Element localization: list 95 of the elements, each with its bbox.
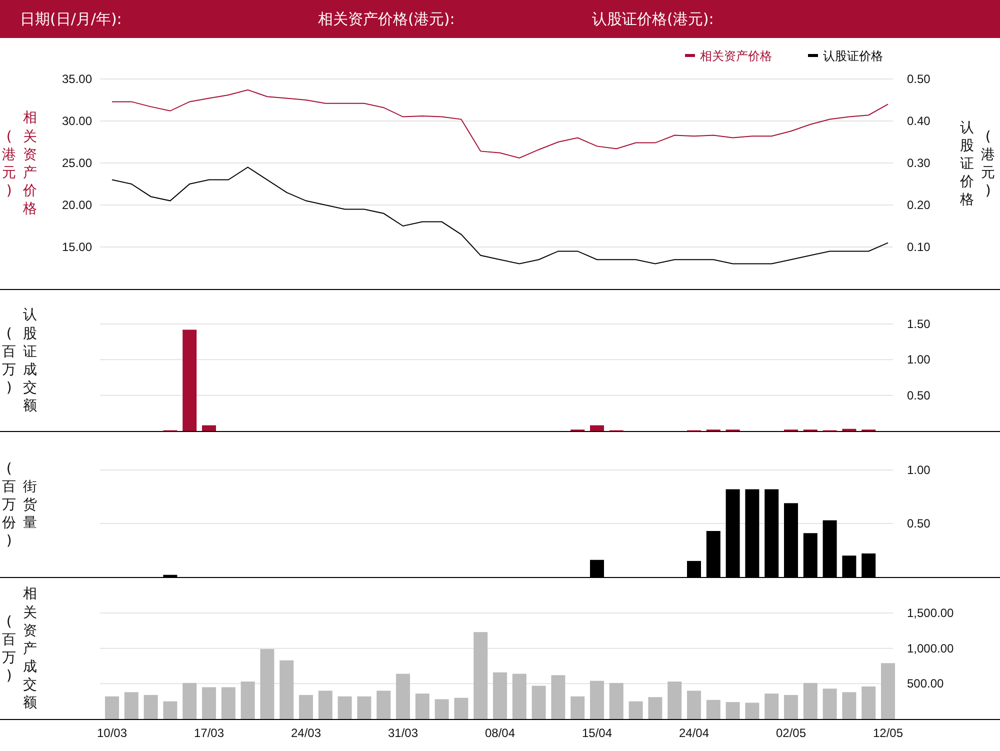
axis-label: 12/05 <box>872 726 904 740</box>
axis-label: 0.50 <box>907 388 930 402</box>
axis-title: (港元) <box>980 128 996 200</box>
axis-title: (百万) <box>1 324 18 398</box>
bar <box>280 660 294 719</box>
axis-label: 10/03 <box>96 726 128 740</box>
bar <box>318 690 332 719</box>
axis-label: 0.50 <box>907 72 930 86</box>
bar <box>182 682 197 719</box>
bar <box>532 686 546 719</box>
bar <box>842 556 856 577</box>
bar <box>415 694 430 719</box>
bar <box>551 675 566 719</box>
bar <box>260 649 274 719</box>
bar <box>648 697 662 719</box>
bar <box>803 682 818 719</box>
bar <box>687 690 701 719</box>
bar <box>434 699 449 719</box>
axis-label: 1.50 <box>907 317 930 331</box>
axis-label: 1.00 <box>907 463 930 477</box>
bar <box>803 533 818 577</box>
bar <box>240 682 255 719</box>
legend-label: 认股证价格 <box>823 49 883 63</box>
bar <box>862 686 876 719</box>
bar <box>822 520 837 577</box>
header-label: 日期(日/月/年): <box>20 10 123 28</box>
axis-title: (港元) <box>1 128 18 200</box>
bar <box>609 682 624 719</box>
bar <box>745 702 760 719</box>
bar <box>706 531 720 577</box>
axis-label: 15/04 <box>582 726 612 740</box>
axis-title: 相关资产价格 <box>22 109 38 219</box>
bar <box>493 672 507 719</box>
axis-label: 24/04 <box>678 726 710 740</box>
bar <box>590 560 604 577</box>
axis-label: 1.00 <box>907 352 930 367</box>
bar <box>881 663 895 719</box>
bar <box>299 694 313 719</box>
axis-label: 35.00 <box>62 72 92 86</box>
bar <box>144 694 158 719</box>
bar <box>706 700 720 719</box>
axis-title: 街货量 <box>22 478 38 532</box>
bar <box>396 674 410 719</box>
legend-label: 相关资产价格 <box>700 49 772 63</box>
axis-label: 17/03 <box>194 726 224 740</box>
axis-title: 认股证成交额 <box>22 306 38 416</box>
bar <box>862 553 876 577</box>
bar <box>512 674 526 719</box>
axis-label: 0.10 <box>907 240 930 254</box>
bar <box>202 425 216 431</box>
bar <box>376 690 391 719</box>
axis-label: 02/05 <box>776 726 806 740</box>
bar <box>105 696 119 719</box>
axis-title: 认股证价格 <box>958 118 975 210</box>
bar <box>726 702 740 719</box>
bar <box>628 701 643 719</box>
bar <box>764 694 779 719</box>
axis-label: 15.00 <box>62 240 92 254</box>
bar <box>338 696 352 719</box>
axis-label: 1,000.00 <box>907 641 954 656</box>
axis-label: 0.40 <box>907 114 930 128</box>
header-label: 认股证价格(港元): <box>592 10 714 28</box>
axis-label: 31/03 <box>388 726 418 740</box>
axis-label: 0.30 <box>907 156 930 170</box>
legend-swatch <box>685 54 695 57</box>
bar <box>590 680 604 719</box>
bar <box>454 698 468 719</box>
bar <box>221 687 236 719</box>
bar <box>357 696 372 719</box>
axis-label: 30.00 <box>62 114 92 128</box>
bar <box>842 428 856 431</box>
axis-label: 25.00 <box>62 156 92 170</box>
axis-title: (百万) <box>1 612 18 686</box>
bar <box>668 682 682 719</box>
axis-label: 20.00 <box>62 198 92 212</box>
bar <box>822 688 837 719</box>
axis-label: 08/04 <box>484 726 516 740</box>
bar <box>570 696 585 719</box>
axis-label: 1,500.00 <box>907 606 954 620</box>
axis-title: 相关资产成交额 <box>22 585 38 713</box>
axis-label: 500.00 <box>907 676 944 691</box>
bar <box>842 692 856 719</box>
bar <box>687 560 701 577</box>
bar <box>202 687 216 719</box>
bar <box>163 574 178 577</box>
bar <box>163 701 178 719</box>
bar <box>590 425 604 431</box>
legend-swatch <box>808 54 818 57</box>
axis-label: 24/03 <box>290 726 322 740</box>
bar <box>784 694 798 719</box>
axis-label: 0.50 <box>907 516 930 530</box>
axis-title: (百万份) <box>1 460 18 550</box>
header-label: 相关资产价格(港元): <box>318 10 456 28</box>
bar <box>124 692 138 719</box>
axis-label: 0.20 <box>907 198 930 212</box>
